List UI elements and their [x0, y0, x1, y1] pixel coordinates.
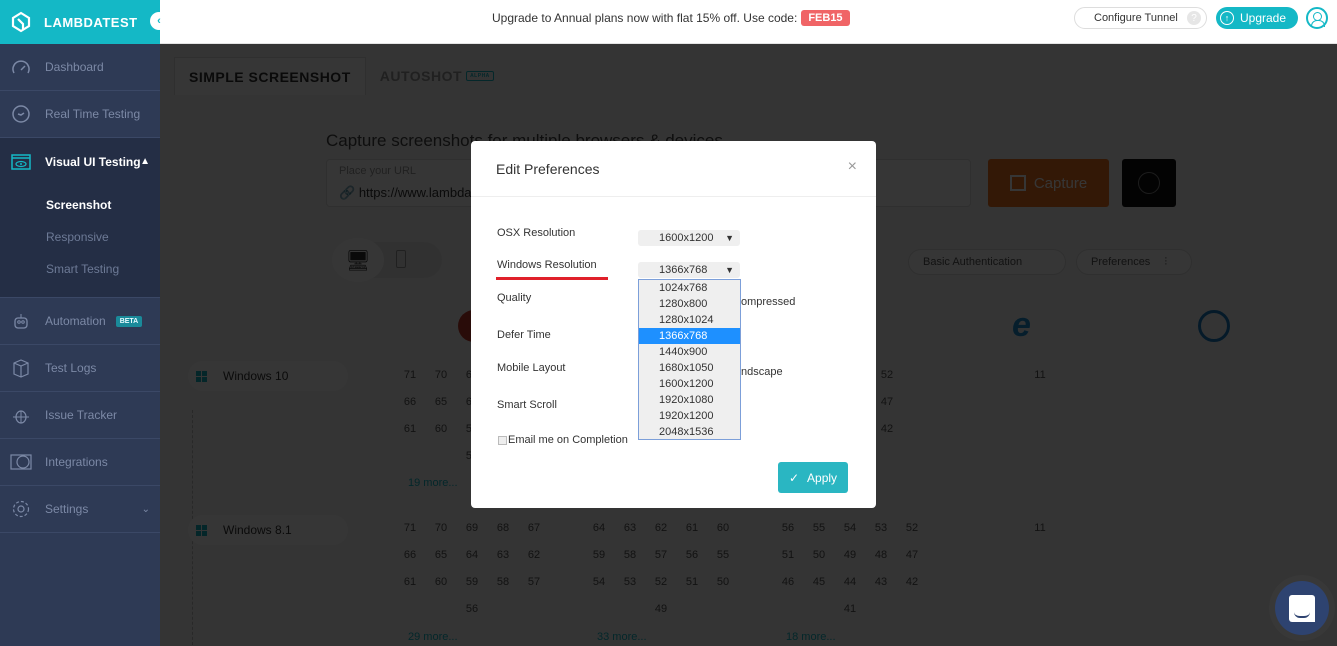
chevron-up-icon: ▲	[140, 156, 150, 167]
sidebar-item-settings[interactable]: Settings ⌄	[0, 486, 160, 533]
dropdown-option[interactable]: 1920x1200	[639, 408, 740, 424]
sidebar-item-label: Issue Tracker	[45, 408, 118, 422]
modal-title: Edit Preferences	[496, 161, 600, 177]
promo-code-badge: FEB15	[801, 10, 850, 26]
visual-ui-submenu: Screenshot Responsive Smart Testing	[0, 185, 160, 298]
sidebar-item-automation[interactable]: Automation BETA	[0, 298, 160, 345]
windows-resolution-dropdown-list[interactable]: 1024x768 1280x800 1280x1024 1366x768 1440x90…	[638, 279, 741, 440]
windows-resolution-select[interactable]: 1366x768 ▼	[638, 262, 740, 278]
dropdown-option[interactable]: 1280x800	[639, 296, 740, 312]
select-value: 1366x768	[659, 264, 708, 276]
upgrade-label: Upgrade	[1240, 11, 1287, 25]
sidebar-subitem-smart-testing[interactable]: Smart Testing	[0, 253, 160, 285]
box-icon	[10, 357, 32, 379]
sidebar-item-test-logs[interactable]: Test Logs	[0, 345, 160, 392]
lambdatest-logo-icon	[11, 11, 31, 33]
gear-icon	[10, 498, 32, 520]
chat-widget-button[interactable]	[1275, 581, 1329, 635]
brand-header: LAMBDATEST ‹	[0, 0, 168, 44]
sidebar-item-label: Integrations	[45, 455, 108, 469]
upgrade-button[interactable]: ↑ Upgrade	[1216, 7, 1298, 29]
sidebar-item-issue-tracker[interactable]: Issue Tracker	[0, 392, 160, 439]
close-icon[interactable]: ×	[848, 158, 857, 176]
dropdown-option[interactable]: 1280x1024	[639, 312, 740, 328]
user-avatar-icon[interactable]	[1306, 7, 1328, 29]
highlight-underline	[496, 277, 608, 280]
chat-icon	[1289, 594, 1315, 622]
sidebar: LAMBDATEST ‹ Dashboard Real Time Testing…	[0, 0, 168, 646]
dropdown-option[interactable]: 2048x1536	[639, 424, 740, 440]
dropdown-arrow-icon: ▼	[725, 265, 734, 275]
sidebar-item-label: Automation	[45, 314, 106, 328]
sidebar-item-label: Visual UI Testing	[45, 154, 141, 169]
smart-scroll-label: Smart Scroll	[497, 399, 557, 411]
sidebar-item-label: Test Logs	[45, 361, 97, 375]
dropdown-arrow-icon: ▼	[725, 233, 734, 243]
osx-resolution-select[interactable]: 1600x1200 ▼	[638, 230, 740, 246]
bug-icon	[10, 404, 32, 426]
mobile-layout-label: Mobile Layout	[497, 362, 566, 374]
email-label: Email me on Completion	[508, 434, 628, 446]
select-value: 1600x1200	[659, 232, 714, 244]
sidebar-item-real-time-testing[interactable]: Real Time Testing	[0, 91, 160, 138]
divider	[471, 196, 876, 197]
sidebar-item-label: Settings	[45, 502, 89, 516]
top-bar: Upgrade to Annual plans now with flat 15…	[160, 0, 1337, 44]
sidebar-item-label: Real Time Testing	[45, 107, 141, 121]
dropdown-option[interactable]: 1600x1200	[639, 376, 740, 392]
promo-banner: Upgrade to Annual plans now with flat 15…	[492, 10, 850, 26]
sidebar-item-integrations[interactable]: Integrations	[0, 439, 160, 486]
sidebar-item-visual-ui-testing[interactable]: Visual UI Testing ▲	[0, 138, 160, 185]
configure-tunnel-button[interactable]: Configure Tunnel ?	[1074, 7, 1207, 29]
promo-text: Upgrade to Annual plans now with flat 15…	[492, 11, 798, 25]
sidebar-item-label: Dashboard	[45, 60, 104, 74]
email-checkbox[interactable]	[498, 435, 507, 445]
mobile-layout-value: ndscape	[741, 366, 783, 378]
quality-value: ompressed	[741, 296, 796, 308]
dropdown-option[interactable]: 1440x900	[639, 344, 740, 360]
beta-badge: BETA	[115, 315, 143, 327]
defer-time-label: Defer Time	[497, 329, 551, 341]
collapse-sidebar-button[interactable]: ‹	[150, 12, 168, 30]
apply-label: Apply	[807, 470, 838, 485]
chevron-down-icon: ⌄	[141, 503, 150, 515]
email-completion-row: Email me on Completion	[498, 434, 628, 446]
clock-icon	[10, 103, 32, 125]
windows-resolution-label: Windows Resolution	[497, 259, 597, 271]
check-icon: ✓	[788, 470, 800, 485]
dropdown-option[interactable]: 1024x768	[639, 280, 740, 296]
dropdown-option[interactable]: 1366x768	[639, 328, 740, 344]
osx-resolution-label: OSX Resolution	[497, 227, 576, 239]
apply-button[interactable]: ✓ Apply	[778, 462, 848, 493]
quality-label: Quality	[497, 292, 532, 304]
brand-name: LAMBDATEST	[44, 14, 138, 30]
robot-icon	[10, 310, 32, 332]
arrow-up-circle-icon: ↑	[1220, 11, 1234, 25]
sidebar-subitem-screenshot[interactable]: Screenshot	[0, 189, 160, 221]
sidebar-subitem-responsive[interactable]: Responsive	[0, 221, 160, 253]
eye-window-icon	[10, 151, 32, 173]
dropdown-option[interactable]: 1680x1050	[639, 360, 740, 376]
dashboard-gauge-icon	[10, 56, 32, 78]
sidebar-item-dashboard[interactable]: Dashboard	[0, 44, 160, 91]
help-icon[interactable]: ?	[1187, 11, 1201, 25]
integrations-icon	[10, 451, 32, 473]
tunnel-label: Configure Tunnel	[1094, 12, 1178, 24]
dropdown-option[interactable]: 1920x1080	[639, 392, 740, 408]
